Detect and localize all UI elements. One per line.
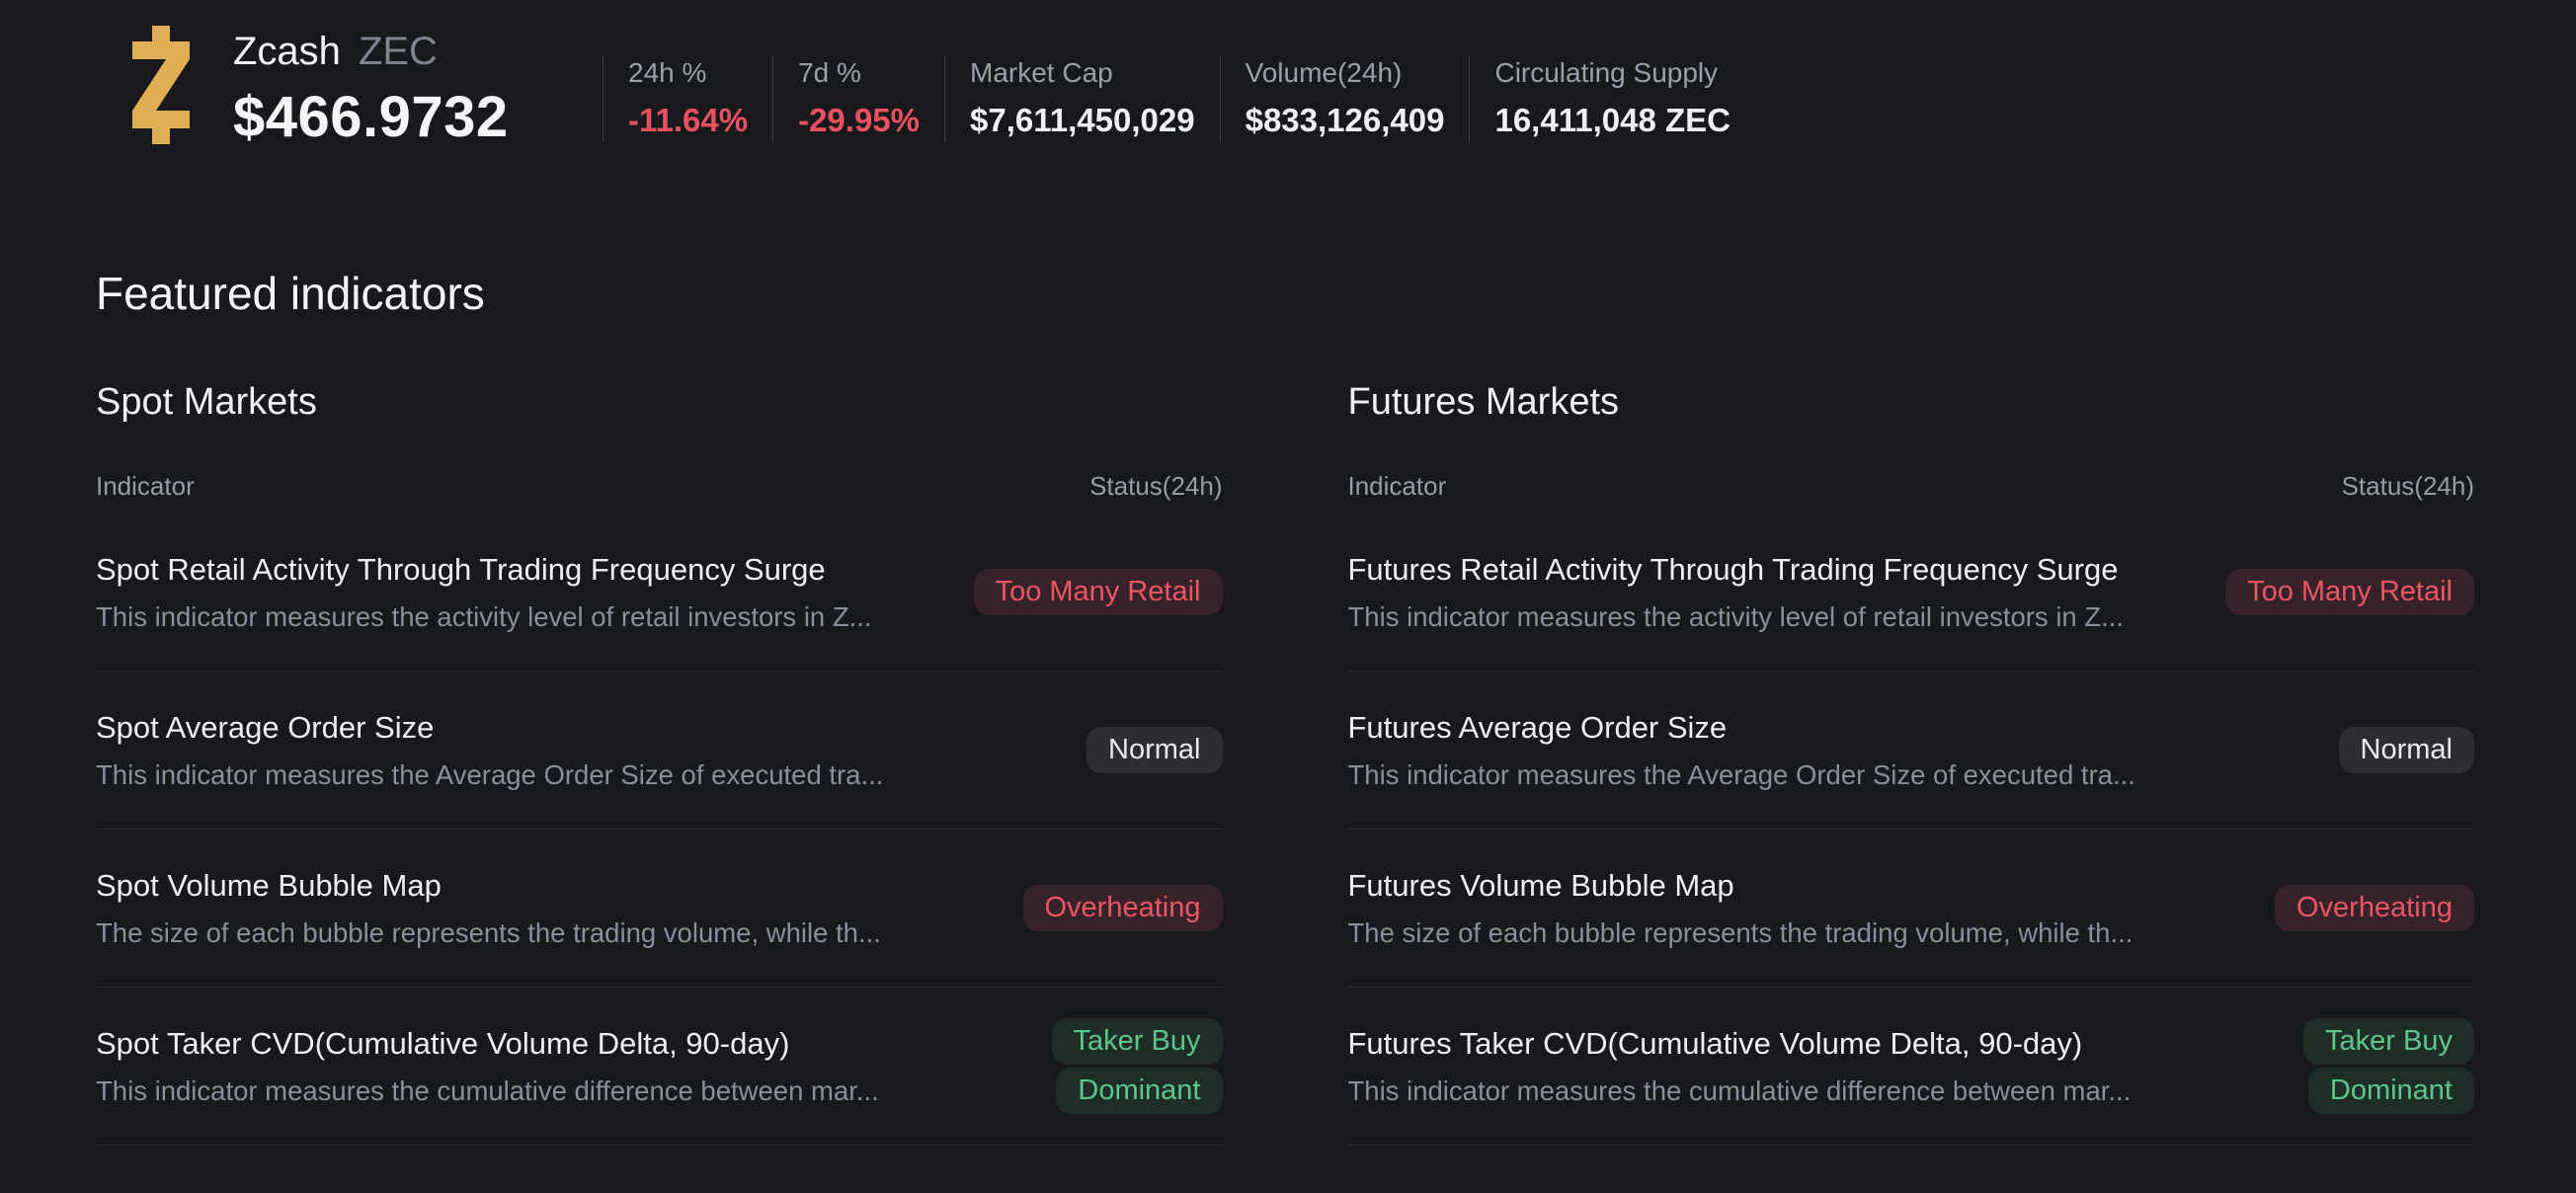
status-badge: Overheating [2275, 885, 2474, 931]
stat-value: $7,611,450,029 [970, 102, 1195, 138]
futures-markets-section: Futures Markets Indicator Status(24h) Fu… [1347, 381, 2475, 1146]
indicator-title: Spot Average Order Size [96, 709, 435, 745]
indicator-text: Futures Volume Bubble Map The size of ea… [1348, 868, 2169, 949]
stat-24h-change: 24h % -11.64% [603, 55, 772, 143]
indicator-description: This indicator measures the Average Orde… [1347, 758, 2135, 790]
status-badge: Overheating [1022, 885, 1223, 931]
status-badge-line: Taker Buy [2303, 1018, 2474, 1065]
page-title: Featured indicators [96, 268, 485, 319]
indicator-row-futures-retail-activity[interactable]: Futures Retail Activity Through Trading … [1347, 514, 2474, 672]
indicator-text: Futures Average Order Size This indicato… [1348, 710, 2171, 791]
stat-7d-change: 7d % -29.95% [772, 55, 944, 143]
indicator-row-spot-volume-bubble-map[interactable]: Spot Volume Bubble Map The size of each … [96, 830, 1223, 988]
spot-markets-title: Spot Markets [96, 381, 317, 423]
stat-market-cap: Market Cap $7,611,450,029 [944, 55, 1220, 143]
status-badge: Too Many Retail [973, 569, 1223, 615]
indicator-row-futures-average-order-size[interactable]: Futures Average Order Size This indicato… [1347, 672, 2474, 830]
status-badge: Too Many Retail [2225, 569, 2474, 615]
status-badge: Taker Buy Dominant [2303, 1018, 2474, 1114]
column-header-indicator: Indicator [1347, 471, 1447, 501]
indicator-row-spot-average-order-size[interactable]: Spot Average Order Size This indicator m… [96, 672, 1223, 830]
column-header-indicator: Indicator [96, 471, 195, 501]
status-badge: Normal [1087, 727, 1223, 773]
indicator-title: Spot Volume Bubble Map [96, 867, 442, 903]
indicator-text: Spot Average Order Size This indicator m… [96, 710, 919, 791]
stat-label: Circulating Supply [1494, 57, 1719, 88]
zcash-overview-page: Zcash ZEC $466.9732 24h % -11.64% 7d % -… [0, 0, 2576, 1193]
featured-indicators-section: Featured indicators Spot Markets Indicat… [0, 267, 2576, 1146]
stat-value: -29.95% [798, 102, 921, 138]
indicator-title: Futures Average Order Size [1347, 709, 1728, 745]
coin-price: $466.9732 [233, 85, 509, 149]
indicator-text: Spot Taker CVD(Cumulative Volume Delta, … [96, 1026, 915, 1107]
indicator-row-futures-volume-bubble-map[interactable]: Futures Volume Bubble Map The size of ea… [1347, 830, 2474, 988]
coin-name: Zcash [233, 30, 341, 73]
column-header-status: Status(24h) [1089, 471, 1223, 501]
status-badge-line: Dominant [2307, 1068, 2474, 1114]
indicator-description: The size of each bubble represents the t… [1347, 916, 2133, 948]
indicator-text: Futures Retail Activity Through Trading … [1348, 552, 2160, 633]
indicator-title: Spot Taker CVD(Cumulative Volume Delta, … [96, 1025, 790, 1061]
coin-identity: Zcash ZEC $466.9732 [233, 30, 509, 150]
indicator-row-spot-retail-activity[interactable]: Spot Retail Activity Through Trading Fre… [96, 514, 1223, 672]
indicator-row-spot-taker-cvd[interactable]: Spot Taker CVD(Cumulative Volume Delta, … [96, 988, 1223, 1146]
status-badge: Taker Buy Dominant [1051, 1018, 1223, 1114]
indicator-row-futures-taker-cvd[interactable]: Futures Taker CVD(Cumulative Volume Delt… [1347, 988, 2474, 1146]
stat-volume-24h: Volume(24h) $833,126,409 [1219, 55, 1470, 143]
markets-grid: Spot Markets Indicator Status(24h) Spot … [96, 381, 2474, 1146]
indicator-description: This indicator measures the cumulative d… [1347, 1074, 2132, 1106]
indicator-description: This indicator measures the activity lev… [1347, 600, 2125, 632]
indicator-description: This indicator measures the cumulative d… [96, 1074, 879, 1106]
stat-label: 7d % [798, 57, 861, 88]
spot-markets-section: Spot Markets Indicator Status(24h) Spot … [96, 381, 1223, 1146]
stat-value: $833,126,409 [1245, 102, 1445, 138]
zcash-logo-icon [132, 26, 190, 144]
indicator-text: Spot Retail Activity Through Trading Fre… [96, 552, 908, 633]
futures-markets-title: Futures Markets [1347, 381, 1620, 423]
coin-header: Zcash ZEC $466.9732 24h % -11.64% 7d % -… [0, 0, 2576, 150]
stat-label: Volume(24h) [1245, 57, 1403, 88]
status-badge: Normal [2338, 727, 2474, 773]
indicator-description: The size of each bubble represents the t… [96, 916, 881, 948]
stat-value: 16,411,048 ZEC [1494, 102, 1731, 138]
coin-stats-bar: 24h % -11.64% 7d % -29.95% Market Cap $7… [603, 55, 1755, 143]
coin-symbol: ZEC [358, 30, 438, 73]
stat-circulating-supply: Circulating Supply 16,411,048 ZEC [1469, 55, 1755, 143]
status-badge-line: Dominant [1056, 1068, 1223, 1114]
column-header-status: Status(24h) [2341, 471, 2474, 501]
stat-label: 24h % [628, 57, 707, 88]
indicator-title: Futures Volume Bubble Map [1347, 867, 1734, 903]
status-badge-line: Taker Buy [1051, 1018, 1223, 1065]
indicator-description: This indicator measures the activity lev… [96, 600, 872, 632]
spot-table-header: Indicator Status(24h) [96, 471, 1223, 514]
indicator-title: Futures Taker CVD(Cumulative Volume Delt… [1347, 1025, 2083, 1061]
futures-table-header: Indicator Status(24h) [1348, 471, 2475, 514]
indicator-title: Futures Retail Activity Through Trading … [1347, 551, 2119, 587]
indicator-description: This indicator measures the Average Orde… [96, 758, 884, 790]
indicator-text: Spot Volume Bubble Map The size of each … [96, 868, 917, 949]
stat-value: -11.64% [628, 102, 749, 138]
indicator-title: Spot Retail Activity Through Trading Fre… [96, 551, 826, 587]
indicator-text: Futures Taker CVD(Cumulative Volume Delt… [1348, 1026, 2167, 1107]
stat-label: Market Cap [970, 57, 1113, 88]
